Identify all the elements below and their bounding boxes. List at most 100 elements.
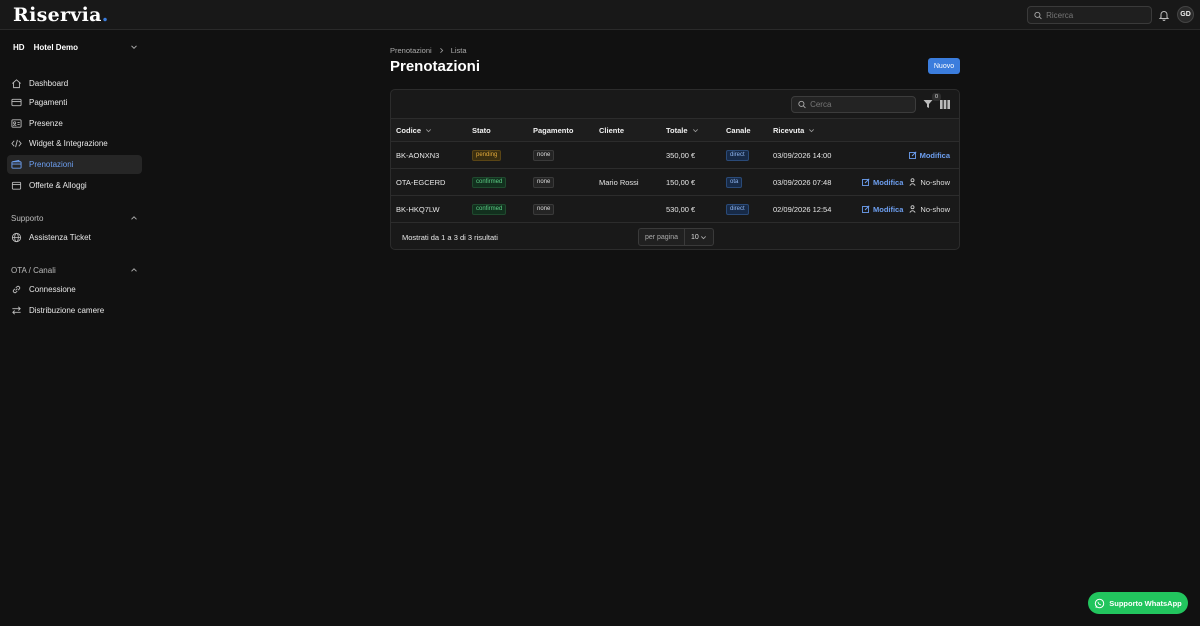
- edit-icon: [862, 178, 870, 186]
- search-icon: [1034, 11, 1042, 19]
- table-header: Codice Stato Pagamento Cliente Totale Ca…: [391, 119, 959, 142]
- sidebar-item-label: Distribuzione camere: [29, 306, 105, 315]
- app-logo[interactable]: Riservia.: [13, 4, 109, 26]
- sidebar-item-label: Connessione: [29, 285, 76, 294]
- per-page-value[interactable]: 10: [685, 229, 713, 245]
- whatsapp-support-button[interactable]: Supporto WhatsApp: [1088, 592, 1188, 614]
- cell-ricevuta: 03/09/2026 14:00: [773, 150, 832, 160]
- global-search[interactable]: [1027, 6, 1152, 24]
- sidebar-item-label: Dashboard: [29, 79, 69, 88]
- user-x-icon: [909, 178, 916, 186]
- table-search-input[interactable]: [810, 100, 915, 109]
- sidebar-item-prenotazioni[interactable]: Prenotazioni: [7, 155, 142, 174]
- row-actions: Modifica No-show: [862, 196, 950, 222]
- column-header-cliente: Cliente: [599, 126, 625, 135]
- results-count: Mostrati da 1 a 3 di 3 risultati: [402, 233, 498, 242]
- cell-codice: BK-AONXN3: [396, 150, 440, 160]
- sidebar-item-presenze[interactable]: Presenze: [7, 114, 142, 133]
- sidebar: HD Hotel Demo Dashboard Pagamenti Presen…: [0, 30, 148, 626]
- sidebar-item-pagamenti[interactable]: Pagamenti: [7, 93, 142, 112]
- section-ota[interactable]: OTA / Canali: [11, 264, 138, 276]
- whatsapp-icon: [1095, 598, 1105, 608]
- payment-badge: none: [533, 149, 555, 161]
- edit-button[interactable]: Modifica: [908, 151, 950, 160]
- gift-icon: [11, 181, 22, 190]
- breadcrumb: Prenotazioni Lista: [390, 45, 467, 55]
- payment-badge: none: [533, 203, 555, 215]
- cell-stato: confirmed: [472, 196, 507, 222]
- section-title: Supporto: [11, 213, 44, 223]
- hotel-abbr: HD: [13, 42, 25, 52]
- no-show-button[interactable]: No-show: [909, 205, 950, 214]
- chevron-down-icon: [426, 129, 432, 133]
- edit-button[interactable]: Modifica: [862, 205, 903, 214]
- wallet-icon: [11, 159, 22, 169]
- status-badge: pending: [472, 149, 502, 161]
- column-header-pagamento: Pagamento: [533, 126, 574, 135]
- sidebar-item-offerte[interactable]: Offerte & Alloggi: [7, 176, 142, 195]
- sidebar-item-label: Widget & Integrazione: [29, 139, 108, 148]
- user-avatar[interactable]: GD: [1177, 6, 1194, 23]
- bookings-table-card: 0 Codice Stato Pagamento Cliente Totale …: [390, 89, 960, 250]
- link-icon: [12, 285, 21, 294]
- global-search-input[interactable]: [1046, 10, 1151, 20]
- cell-canale: ota: [726, 169, 743, 195]
- home-icon: [12, 79, 21, 89]
- sidebar-item-label: Offerte & Alloggi: [29, 181, 87, 190]
- channel-badge: ota: [726, 176, 743, 188]
- top-bar: Riservia. GD: [0, 0, 1200, 30]
- cell-ricevuta: 03/09/2026 07:48: [773, 177, 832, 187]
- sidebar-item-widget[interactable]: Widget & Integrazione: [7, 134, 142, 153]
- columns-icon[interactable]: [940, 100, 950, 109]
- breadcrumb-item[interactable]: Prenotazioni: [390, 46, 432, 55]
- section-title: OTA / Canali: [11, 265, 56, 275]
- channel-badge: direct: [726, 149, 749, 161]
- no-show-button[interactable]: No-show: [909, 178, 950, 187]
- user-x-icon: [909, 205, 916, 213]
- table-row[interactable]: BK-AONXN3 pending none 350,00 € direct 0…: [391, 142, 959, 169]
- section-supporto[interactable]: Supporto: [11, 212, 138, 224]
- cell-codice: BK-HKQ7LW: [396, 204, 440, 214]
- sidebar-item-label: Prenotazioni: [29, 160, 74, 169]
- edit-icon: [908, 151, 917, 159]
- credit-card-icon: [11, 98, 22, 107]
- table-toolbar: 0: [391, 90, 959, 119]
- column-header-canale: Canale: [726, 126, 751, 135]
- row-actions: Modifica No-show: [862, 169, 950, 195]
- row-actions: Modifica: [908, 142, 950, 168]
- search-icon: [798, 100, 806, 109]
- hotel-selector[interactable]: HD Hotel Demo: [8, 39, 142, 55]
- per-page-select[interactable]: per pagina 10: [638, 228, 714, 246]
- id-card-icon: [11, 119, 22, 128]
- table-row[interactable]: BK-HKQ7LW confirmed none 530,00 € direct…: [391, 196, 959, 223]
- edit-icon: [862, 205, 870, 213]
- globe-icon: [11, 232, 22, 243]
- sidebar-item-distribuzione[interactable]: Distribuzione camere: [7, 301, 142, 320]
- sidebar-item-connessione[interactable]: Connessione: [7, 280, 142, 299]
- column-header-stato: Stato: [472, 126, 491, 135]
- per-page-label: per pagina: [639, 229, 685, 245]
- bell-icon[interactable]: [1158, 9, 1170, 21]
- cell-codice: OTA-EGCERD: [396, 177, 446, 187]
- table-search[interactable]: [791, 96, 916, 113]
- table-row[interactable]: OTA-EGCERD confirmed none Mario Rossi 15…: [391, 169, 959, 196]
- sidebar-item-assistenza[interactable]: Assistenza Ticket: [7, 228, 142, 247]
- status-badge: confirmed: [472, 203, 507, 215]
- sidebar-item-label: Presenze: [29, 119, 63, 128]
- cell-totale: 530,00 €: [666, 204, 696, 214]
- sidebar-item-label: Assistenza Ticket: [29, 233, 91, 242]
- column-header-ricevuta[interactable]: Ricevuta: [773, 119, 815, 142]
- column-header-totale[interactable]: Totale: [666, 119, 699, 142]
- sidebar-item-dashboard[interactable]: Dashboard: [7, 74, 142, 93]
- filter-icon[interactable]: [923, 99, 933, 109]
- hotel-name: Hotel Demo: [33, 42, 79, 52]
- chevron-down-icon: [131, 45, 137, 50]
- edit-button[interactable]: Modifica: [862, 178, 903, 187]
- new-booking-button[interactable]: Nuovo: [928, 58, 960, 74]
- payment-badge: none: [533, 176, 555, 188]
- cell-pagamento: none: [533, 196, 555, 222]
- column-header-codice[interactable]: Codice: [396, 119, 432, 142]
- chevron-right-icon: [439, 47, 443, 53]
- cell-stato: confirmed: [472, 169, 507, 195]
- cell-canale: direct: [726, 142, 749, 168]
